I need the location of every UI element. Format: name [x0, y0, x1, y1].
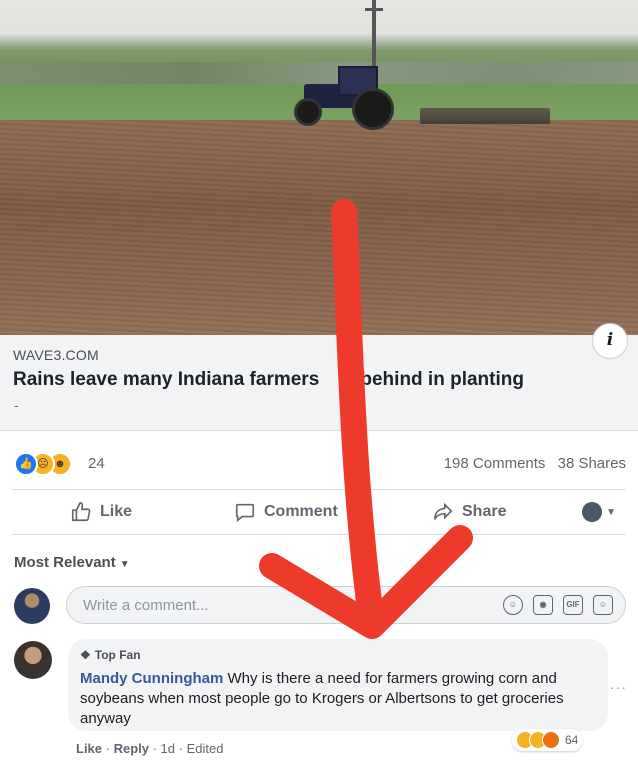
share-button[interactable]: Share — [432, 501, 506, 523]
utility-pole-crossbar — [365, 8, 383, 11]
like-button[interactable]: Like — [70, 501, 132, 523]
post-card: i WAVE3.COM Rains leave many Indiana far… — [0, 323, 638, 764]
comment-label: Comment — [264, 503, 338, 520]
link-headline[interactable]: Rains leave many Indiana farmers ll behi… — [13, 369, 524, 391]
chevron-down-icon: ▼ — [606, 506, 616, 518]
top-fan-badge: ❖ Top Fan — [80, 648, 141, 662]
sort-label: Most Relevant — [14, 554, 116, 571]
link-description: - — [14, 397, 19, 413]
comment-edited: Edited — [186, 741, 224, 756]
link-headline-part2: ll behind in planting — [344, 369, 524, 390]
sticker-icon[interactable]: ☺ — [593, 595, 613, 615]
like-label: Like — [100, 503, 133, 520]
comment-sort-dropdown[interactable]: Most Relevant ▼ — [14, 554, 130, 571]
engagement-counts: 198 Comments 38 Shares — [444, 455, 626, 472]
comment-reply-link[interactable]: Reply — [114, 741, 149, 756]
comment-reactions[interactable]: 64 — [512, 729, 583, 751]
comment-button[interactable]: Comment — [234, 501, 338, 523]
comment-placeholder: Write a comment... — [83, 597, 209, 614]
emoji-icon[interactable]: ☺ — [503, 595, 523, 615]
comment-item: ❖ Top Fan Mandy Cunningham Why is there a… — [14, 639, 628, 759]
comment-composer: Write a comment... ☺ ◉ GIF ☺ — [14, 583, 628, 627]
chevron-down-icon: ▼ — [119, 559, 130, 570]
comment-icon — [235, 503, 255, 522]
share-icon — [433, 502, 453, 520]
avatar[interactable] — [14, 588, 50, 624]
share-label: Share — [462, 503, 507, 520]
post-as-selector[interactable]: ▼ — [582, 502, 616, 522]
comment-reaction-count: 64 — [565, 733, 579, 747]
badge-icon: ❖ — [80, 648, 91, 662]
comment-time[interactable]: 1d — [161, 741, 175, 756]
viewer-avatar — [582, 502, 603, 522]
farm-implement — [420, 108, 550, 124]
comment-text: Mandy Cunningham Why is there a need for… — [80, 669, 580, 729]
camera-icon[interactable]: ◉ — [533, 595, 553, 615]
info-icon[interactable]: i — [592, 323, 628, 359]
comment-author[interactable]: Mandy Cunningham — [80, 670, 223, 687]
link-headline-part1: Rains leave many Indiana farmers — [13, 369, 325, 390]
link-preview-bar[interactable]: i WAVE3.COM Rains leave many Indiana far… — [0, 323, 638, 431]
link-preview-image[interactable] — [0, 0, 638, 335]
like-icon: 👍 — [14, 452, 38, 476]
reaction-count[interactable]: 24 — [88, 455, 105, 472]
comment-bubble: ❖ Top Fan Mandy Cunningham Why is there a… — [68, 639, 608, 731]
plowed-soil — [0, 120, 638, 335]
thumbs-up-icon — [71, 502, 91, 522]
comment-meta: Like · Reply · 1d · Edited — [76, 741, 224, 756]
tractor — [284, 66, 400, 130]
shares-count[interactable]: 38 Shares — [558, 455, 626, 472]
comment-input[interactable]: Write a comment... ☺ ◉ GIF ☺ — [66, 586, 626, 624]
comment-like-link[interactable]: Like — [76, 741, 102, 756]
post-actions: Like Comment Share ▼ — [12, 489, 626, 535]
more-options-icon[interactable]: ··· — [610, 679, 627, 695]
post-stats: 👍 ☹ ☻ 24 198 Comments 38 Shares — [0, 437, 638, 482]
angry-icon — [542, 731, 560, 749]
comments-count[interactable]: 198 Comments — [444, 455, 546, 472]
link-domain: WAVE3.COM — [13, 347, 99, 363]
avatar[interactable] — [14, 641, 52, 679]
gif-icon[interactable]: GIF — [563, 595, 583, 615]
